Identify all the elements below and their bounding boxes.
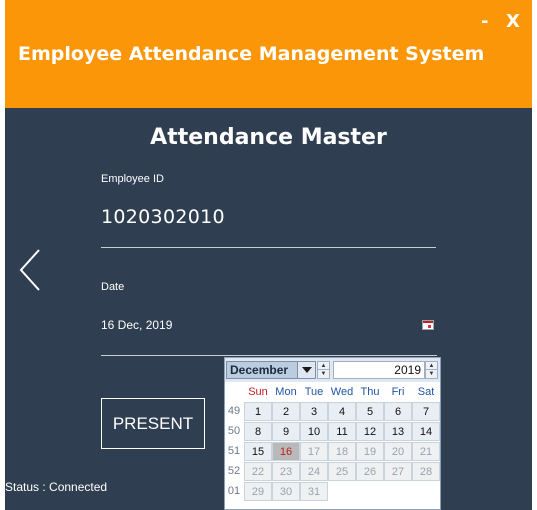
calendar-day[interactable]: 7 [412, 402, 440, 421]
spinner-up-icon[interactable]: ▲ [318, 362, 329, 370]
calendar-day[interactable]: 13 [384, 422, 412, 441]
calendar-day[interactable]: 20 [384, 442, 412, 461]
calendar-day[interactable]: 24 [300, 462, 328, 481]
weekday-label: Sun [248, 386, 268, 398]
calendar-day[interactable]: 12 [356, 422, 384, 441]
calendar-icon[interactable] [422, 320, 434, 330]
weekday-header: Sun Mon Tue Wed Thu Fri Sat [244, 386, 440, 402]
weekday-label: Wed [330, 386, 354, 398]
calendar-day[interactable]: 3 [300, 402, 328, 421]
employee-id-underline [101, 247, 436, 248]
calendar-day[interactable]: 27 [384, 462, 412, 481]
month-select[interactable]: December [226, 361, 316, 379]
week-number: 01 [227, 485, 241, 497]
date-underline [101, 355, 437, 356]
week-number: 49 [227, 405, 241, 417]
weekday-label: Tue [304, 386, 324, 398]
calendar-day[interactable]: 31 [300, 482, 328, 501]
employee-id-label: Employee ID [101, 173, 164, 185]
weekday-label: Thu [360, 386, 380, 398]
calendar-day[interactable]: 26 [356, 462, 384, 481]
year-spinner[interactable]: ▲ ▼ [425, 361, 438, 379]
minimize-button[interactable]: - [481, 12, 488, 32]
calendar-day[interactable]: 18 [328, 442, 356, 461]
present-button[interactable]: PRESENT [101, 398, 205, 449]
employee-id-field[interactable]: 1020302010 [101, 206, 225, 228]
date-field[interactable]: 16 Dec, 2019 [101, 318, 172, 332]
year-input[interactable]: 2019 [333, 361, 425, 379]
calendar-day[interactable]: 14 [412, 422, 440, 441]
calendar-day[interactable]: 2 [272, 402, 300, 421]
calendar-day[interactable]: 8 [244, 422, 272, 441]
calendar-day[interactable]: 30 [272, 482, 300, 501]
status-text: Status : Connected [5, 480, 108, 494]
weekday-label: Fri [391, 386, 405, 398]
app-window: Employee Attendance Management System - … [5, 0, 532, 510]
weekday-label: Sat [417, 386, 435, 398]
calendar-day[interactable]: 19 [356, 442, 384, 461]
calendar-day[interactable]: 1 [244, 402, 272, 421]
calendar-header: December ▲ ▼ 2019 ▲ ▼ [225, 358, 440, 382]
date-picker-popup: December ▲ ▼ 2019 ▲ ▼ Sun Mon Tue Wed Thu Fri… [224, 357, 441, 510]
app-title: Employee Attendance Management System [18, 43, 485, 65]
selected-day[interactable]: 16 [272, 442, 300, 461]
calendar-day[interactable]: 4 [328, 402, 356, 421]
calendar-day[interactable]: 9 [272, 422, 300, 441]
week-number: 52 [227, 465, 241, 477]
page-title: Attendance Master [150, 125, 387, 150]
calendar-day[interactable]: 28 [412, 462, 440, 481]
date-label: Date [101, 281, 125, 293]
calendar-day[interactable]: 22 [244, 462, 272, 481]
calendar-day[interactable]: 25 [328, 462, 356, 481]
calendar-day[interactable]: 5 [356, 402, 384, 421]
calendar-day[interactable]: 11 [328, 422, 356, 441]
calendar-day[interactable]: 29 [244, 482, 272, 501]
spinner-down-icon[interactable]: ▼ [318, 370, 329, 378]
calendar-day[interactable]: 21 [412, 442, 440, 461]
month-select-value: December [230, 363, 289, 377]
close-button[interactable]: X [506, 12, 520, 32]
weekday-label: Mon [275, 386, 297, 398]
calendar-day[interactable]: 6 [384, 402, 412, 421]
spinner-up-icon[interactable]: ▲ [426, 362, 437, 370]
calendar-day[interactable]: 10 [300, 422, 328, 441]
calendar-day[interactable]: 23 [272, 462, 300, 481]
chevron-down-icon[interactable] [297, 362, 315, 378]
calendar-day[interactable]: 15 [244, 442, 272, 461]
week-number: 51 [227, 445, 241, 457]
calendar-day[interactable]: 17 [300, 442, 328, 461]
month-spinner[interactable]: ▲ ▼ [317, 361, 330, 379]
title-bar: Employee Attendance Management System - … [5, 0, 532, 108]
week-number: 50 [227, 425, 241, 437]
spinner-down-icon[interactable]: ▼ [426, 370, 437, 378]
chevron-left-icon[interactable] [17, 247, 45, 293]
